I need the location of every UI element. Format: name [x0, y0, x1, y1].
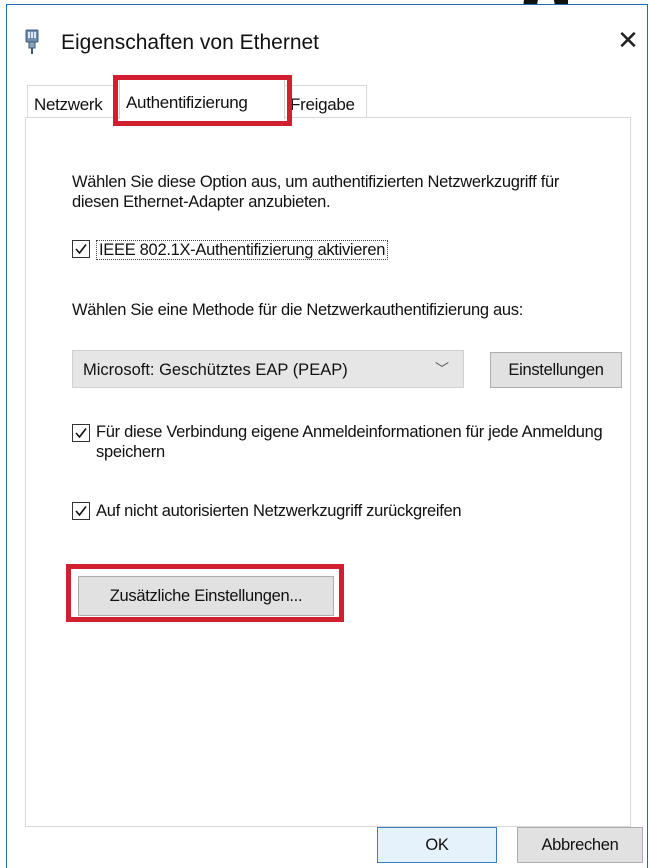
settings-button[interactable]: Einstellungen — [490, 352, 622, 388]
remember-credentials-label[interactable]: Für diese Verbindung eigene Anmeldeinfor… — [96, 422, 606, 462]
fallback-label[interactable]: Auf nicht autorisierten Netzwerkzugriff … — [96, 501, 462, 521]
enable-8021x-checkbox[interactable] — [72, 240, 90, 258]
close-icon: ✕ — [617, 26, 639, 56]
auth-method-select[interactable]: Microsoft: Geschütztes EAP (PEAP) ﹀ — [72, 350, 464, 388]
checkmark-icon — [75, 506, 87, 517]
chevron-down-icon: ﹀ — [435, 362, 449, 378]
ok-button[interactable]: OK — [377, 827, 497, 863]
network-adapter-icon — [25, 29, 39, 54]
dialog-title: Eigenschaften von Ethernet — [61, 31, 320, 54]
method-prompt: Wählen Sie eine Methode für die Netzwerk… — [72, 301, 523, 319]
properties-dialog: Eigenschaften von Ethernet ✕ Netzwerk Au… — [6, 4, 648, 868]
title-bar: Eigenschaften von Ethernet ✕ — [7, 5, 647, 71]
authentication-panel: Wählen Sie diese Option aus, um authenti… — [25, 117, 631, 827]
tab-netzwerk[interactable]: Netzwerk — [27, 85, 117, 119]
auth-method-value: Microsoft: Geschütztes EAP (PEAP) — [83, 361, 348, 379]
enable-8021x-label[interactable]: IEEE 802.1X-Authentifizierung aktivieren — [96, 240, 389, 260]
checkmark-icon — [75, 428, 87, 439]
close-button[interactable]: ✕ — [611, 21, 645, 61]
auth-description: Wählen Sie diese Option aus, um authenti… — [72, 173, 560, 211]
fallback-checkbox[interactable] — [72, 502, 90, 520]
tab-freigabe[interactable]: Freigabe — [283, 85, 367, 119]
additional-settings-button[interactable]: Zusätzliche Einstellungen... — [78, 576, 334, 616]
tab-authentifizierung[interactable]: Authentifizierung — [119, 79, 285, 119]
remember-credentials-checkbox[interactable] — [72, 424, 90, 442]
tab-strip: Netzwerk Authentifizierung Freigabe — [7, 75, 647, 119]
checkmark-icon — [75, 244, 87, 255]
enable-8021x-text: IEEE 802.1X-Authentifizierung aktivieren — [96, 240, 389, 260]
cancel-button[interactable]: Abbrechen — [517, 827, 643, 863]
